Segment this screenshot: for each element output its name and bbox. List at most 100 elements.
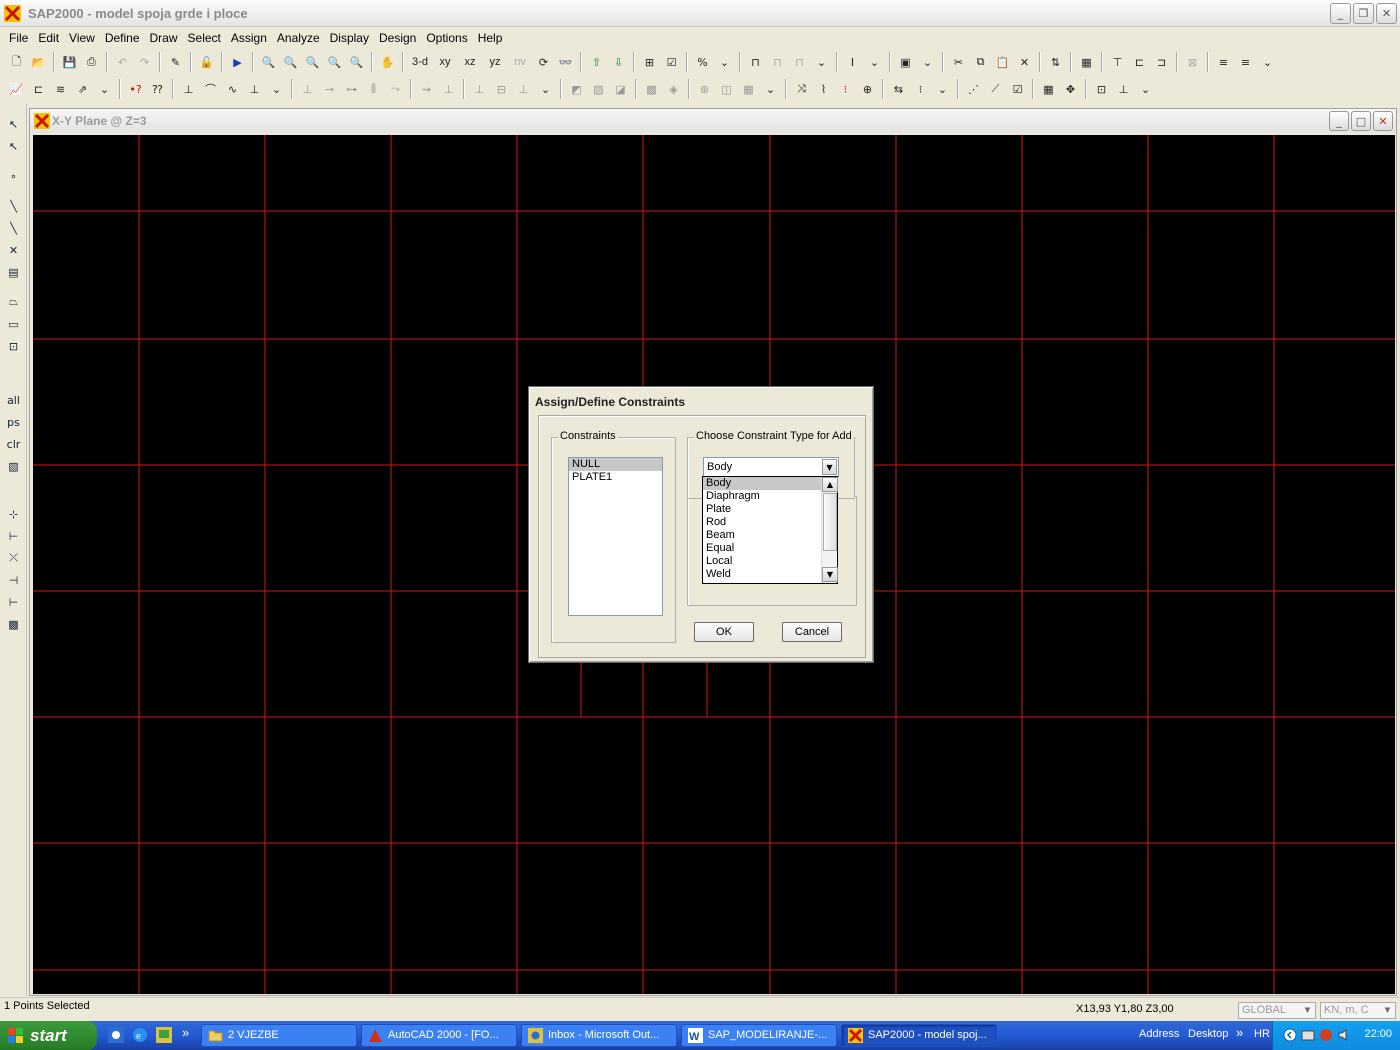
draw-rect-area-icon[interactable]: ▭ (3, 314, 24, 334)
cut-icon[interactable]: ✂ (948, 52, 969, 73)
snap-joints-icon[interactable]: ⊹ (3, 504, 24, 524)
snap-intersect-icon[interactable]: ⊡ (1091, 79, 1112, 100)
section-i-icon[interactable]: I (842, 52, 863, 73)
snap-check-icon[interactable]: ☑ (1007, 79, 1028, 100)
undo-icon[interactable]: ↶ (112, 52, 133, 73)
assign-1-icon[interactable]: ⊥ (297, 79, 318, 100)
sap2000-app-icon[interactable] (4, 5, 21, 22)
snap-perpendicular-icon[interactable]: ⊥ (1113, 79, 1134, 100)
dropdown-arrow-icon[interactable]: ⌄ (535, 79, 556, 100)
assign-4-icon[interactable]: ⫼ (363, 79, 384, 100)
zoom-previous-icon[interactable]: 🔍 (346, 52, 367, 73)
area-7-icon[interactable]: ◫ (716, 79, 737, 100)
zoom-window-icon[interactable]: 🔍 (258, 52, 279, 73)
query-icon[interactable]: •? (125, 79, 146, 100)
object-shrink-icon[interactable]: ⊞ (639, 52, 660, 73)
grid-icon[interactable]: ▦ (1076, 52, 1097, 73)
frame-releases-icon[interactable]: ⊓ (767, 52, 788, 73)
chevron-down-icon[interactable]: ▼ (1301, 1004, 1314, 1017)
draw-secondary-icon[interactable]: ▤ (3, 262, 24, 282)
rotate-view-icon[interactable]: ⟳ (533, 52, 554, 73)
dropdown-option-beam[interactable]: Beam (703, 529, 837, 542)
redo-icon[interactable]: ↷ (134, 52, 155, 73)
language-indicator[interactable]: HR (1254, 1028, 1270, 1040)
dropdown-arrow-icon[interactable]: ⌄ (266, 79, 287, 100)
dropdown-arrow-icon[interactable]: ⌄ (760, 79, 781, 100)
draw-brace-icon[interactable]: ✕ (3, 240, 24, 260)
scroll-thumb[interactable] (823, 493, 837, 551)
menu-analyze[interactable]: Analyze (272, 31, 325, 45)
units-select[interactable]: KN, m, C ▼ (1320, 1002, 1396, 1019)
area-2-icon[interactable]: ▨ (588, 79, 609, 100)
menu-assign[interactable]: Assign (226, 31, 272, 45)
assign-10-icon[interactable]: ⊥ (513, 79, 534, 100)
draw-tool-icon[interactable]: ⇗ (72, 79, 93, 100)
replicate-icon[interactable]: ⊠ (1182, 52, 1203, 73)
desktop-toolbar-label[interactable]: Desktop (1188, 1028, 1228, 1040)
dropdown-option-plate[interactable]: Plate (703, 503, 837, 516)
frame-section-icon[interactable]: ⊓ (745, 52, 766, 73)
set-display-options-icon[interactable]: ☑ (661, 52, 682, 73)
chevron-down-icon[interactable]: ▼ (822, 459, 837, 475)
dropdown-option-equal[interactable]: Equal (703, 542, 837, 555)
menu-help[interactable]: Help (473, 31, 508, 45)
child-close-button[interactable]: ✕ (1373, 111, 1393, 131)
child-minimize-button[interactable]: _ (1329, 111, 1349, 131)
internet-explorer-icon[interactable]: e (132, 1027, 148, 1043)
dropdown-arrow-icon[interactable]: ⌄ (932, 79, 953, 100)
assign-2-icon[interactable]: ⊸ (319, 79, 340, 100)
joint-merge-icon[interactable]: ⊐ (1151, 52, 1172, 73)
view-nv-button[interactable]: nv (508, 52, 532, 73)
divide-icon[interactable]: ≡ (1213, 52, 1234, 73)
snap-grid-icon[interactable]: ▦ (1038, 79, 1059, 100)
area-8-icon[interactable]: ▦ (738, 79, 759, 100)
pan-icon[interactable]: ✋ (377, 52, 398, 73)
move-up-icon[interactable]: ⇧ (586, 52, 607, 73)
dropdown-arrow-icon[interactable]: ⌄ (1135, 79, 1156, 100)
area-6-icon[interactable]: ⊛ (694, 79, 715, 100)
lock-icon[interactable]: 🔓 (196, 52, 217, 73)
menu-view[interactable]: View (64, 31, 100, 45)
task-2-vjezbe[interactable]: 2 VJEZBE (201, 1024, 357, 1047)
pencil-icon[interactable]: ✎ (165, 52, 186, 73)
joint-align-icon[interactable]: ⊏ (1129, 52, 1150, 73)
area-5-icon[interactable]: ◈ (663, 79, 684, 100)
dropdown-scrollbar[interactable]: ▲ ▼ (821, 477, 838, 583)
menu-edit[interactable]: Edit (33, 31, 64, 45)
run-analysis-icon[interactable]: ▶ (227, 52, 248, 73)
view-xz-button[interactable]: xz (458, 52, 482, 73)
reshape-icon[interactable]: ↖ (3, 136, 24, 156)
moment-diagram-icon[interactable]: ∿ (222, 79, 243, 100)
address-toolbar-label[interactable]: Address (1139, 1028, 1179, 1040)
chevron-down-icon[interactable]: ▼ (1381, 1004, 1394, 1017)
task-word-document[interactable]: W SAP_MODELIRANJE-... (681, 1024, 837, 1047)
snap-lines-left-icon[interactable]: ⊢ (3, 592, 24, 612)
coordinate-system-select[interactable]: GLOBAL ▼ (1238, 1002, 1316, 1019)
intersecting-line-select-icon[interactable]: ▧ (3, 456, 24, 476)
chart-icon[interactable]: 📈 (6, 79, 27, 100)
draw-frame-icon[interactable]: ╲ (3, 196, 24, 216)
zoom-in-icon[interactable]: 🔍 (302, 52, 323, 73)
spring-icon[interactable]: ⌇ (813, 79, 834, 100)
display-shape-icon[interactable]: ▣ (895, 52, 916, 73)
paste-icon[interactable]: 📋 (992, 52, 1013, 73)
assign-6-icon[interactable]: ⇝ (416, 79, 437, 100)
menu-define[interactable]: Define (100, 31, 145, 45)
area-4-icon[interactable]: ▩ (641, 79, 662, 100)
query-points-icon[interactable]: ⁇ (147, 79, 168, 100)
area-3-icon[interactable]: ◪ (610, 79, 631, 100)
quick-draw-frame-icon[interactable]: ╲ (3, 218, 24, 238)
dropdown-option-diaphragm[interactable]: Diaphragm (703, 490, 837, 503)
assign-8-icon[interactable]: ⊥ (469, 79, 490, 100)
zoom-full-icon[interactable]: 🔍 (280, 52, 301, 73)
frame-loads-icon[interactable]: ⊓ (789, 52, 810, 73)
joint-mass-icon[interactable]: ⁝ (835, 79, 856, 100)
menu-display[interactable]: Display (325, 31, 374, 45)
dropdown-option-body[interactable]: Body (703, 477, 837, 490)
draw-poly-area-icon[interactable]: ⏢ (3, 292, 24, 312)
snap-lines-icon[interactable]: ⟋ (985, 79, 1006, 100)
save-icon[interactable]: 💾 (59, 52, 80, 73)
percent-icon[interactable]: % (692, 52, 713, 73)
toolbar-chevron[interactable]: » (1236, 1025, 1243, 1040)
child-maximize-button[interactable]: □ (1351, 111, 1371, 131)
